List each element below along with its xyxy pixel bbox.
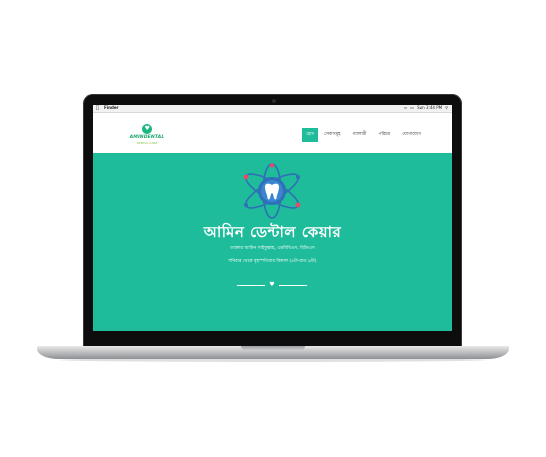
os-menubar:  Finder ≈ ▭ Sun 3:44 PM ⚲	[93, 105, 452, 113]
app-name[interactable]: Finder	[104, 106, 119, 110]
tooth-logo-icon: ♥	[144, 125, 150, 132]
search-icon[interactable]: ⚲	[445, 106, 448, 110]
nav-item-gallery[interactable]: গ্যালারী	[346, 128, 372, 142]
nav-item-services[interactable]: সেবাসমূহ	[318, 128, 346, 142]
divider-line-right	[279, 285, 307, 286]
wifi-icon[interactable]: ≈	[404, 106, 407, 110]
nav-item-home[interactable]: হোম	[302, 128, 318, 142]
clock[interactable]: Sun 3:44 PM	[417, 106, 442, 110]
hero-divider: ♥	[237, 281, 307, 289]
apple-icon[interactable]: 	[96, 106, 99, 111]
battery-icon[interactable]: ▭	[410, 106, 414, 110]
logo-name: AMINDENTAL	[129, 135, 165, 140]
hero-subtitle-1: ডাক্তার আমিন সাইফুল্লাহ, এমবিবিএস, বিডিএ…	[230, 246, 315, 251]
hero-section: আমিন ডেন্টাল কেয়ার ডাক্তার আমিন সাইফুল্…	[93, 153, 452, 331]
tooth-icon: ♥	[269, 281, 275, 288]
nav-item-about[interactable]: পরিচয়	[372, 128, 396, 142]
logo-tagline: DENTAL CARE	[136, 141, 158, 145]
webcam	[272, 99, 276, 103]
hero-title: আমিন ডেন্টাল কেয়ার	[203, 223, 342, 241]
main-nav: হোম সেবাসমূহ গ্যালারী পরিচয় যোগাযোগ	[302, 128, 427, 142]
hero-subtitle-2: শনিবার থেকে বৃহস্পতিবার বিকাল (৪টা-রাত ৯…	[228, 259, 317, 264]
laptop-mockup:  Finder ≈ ▭ Sun 3:44 PM ⚲ ♥ AMINDENTAL …	[0, 0, 546, 457]
site-logo[interactable]: ♥ AMINDENTAL DENTAL CARE	[129, 124, 165, 146]
status-area: ≈ ▭ Sun 3:44 PM ⚲	[404, 106, 448, 110]
site-navbar: ♥ AMINDENTAL DENTAL CARE হোম সেবাসমূহ গ্…	[93, 113, 452, 154]
divider-line-left	[237, 285, 265, 286]
laptop-screen:  Finder ≈ ▭ Sun 3:44 PM ⚲ ♥ AMINDENTAL …	[93, 105, 452, 331]
atom-tooth-icon	[243, 163, 301, 219]
nav-item-contact[interactable]: যোগাযোগ	[396, 128, 427, 142]
laptop-lid-notch	[241, 346, 305, 350]
